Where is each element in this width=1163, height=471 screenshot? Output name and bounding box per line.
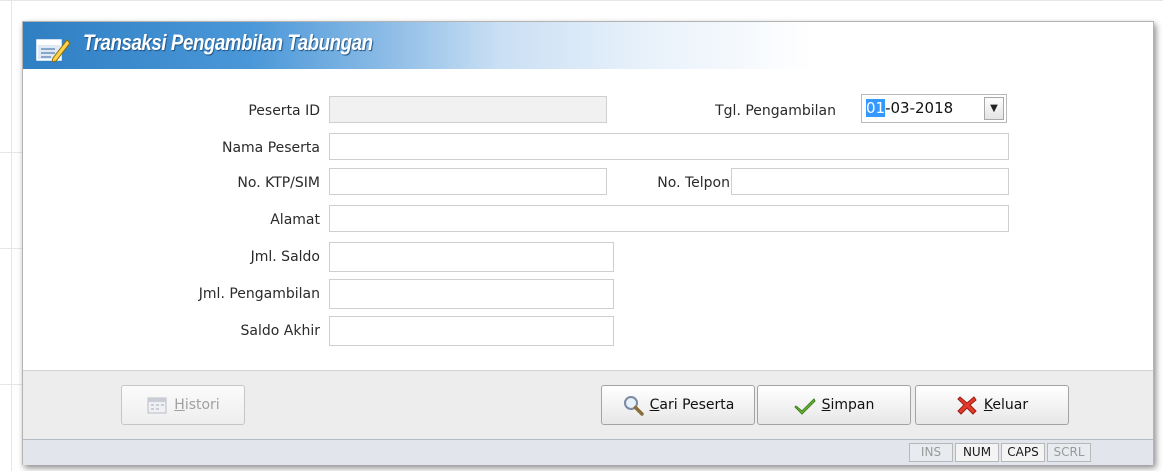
cari-peserta-label: Cari Peserta — [649, 397, 735, 413]
nama-peserta-field[interactable] — [329, 133, 1009, 160]
saldo-akhir-field[interactable] — [329, 316, 614, 346]
caps-indicator: CAPS — [1001, 443, 1045, 462]
calendar-icon — [147, 397, 167, 414]
cari-peserta-button[interactable]: Cari Peserta — [601, 385, 755, 425]
num-indicator: NUM — [955, 443, 999, 462]
background-grid-line — [11, 0, 12, 471]
histori-label: Histori — [174, 397, 220, 413]
chevron-down-icon[interactable]: ▼ — [984, 97, 1004, 120]
jml-saldo-label: Jml. Saldo — [250, 249, 320, 265]
no-ktp-sim-label: No. KTP/SIM — [237, 175, 320, 191]
background-grid-line — [0, 384, 22, 385]
tgl-pengambilan-label: Tgl. Pengambilan — [715, 103, 836, 119]
ins-indicator: INS — [909, 443, 953, 462]
jml-saldo-field[interactable] — [329, 242, 614, 272]
jml-pengambilan-field[interactable] — [329, 279, 614, 309]
tgl-pengambilan-datepicker[interactable]: 01-03-2018 ▼ — [861, 94, 1007, 123]
alamat-field[interactable] — [329, 205, 1009, 232]
nama-peserta-label: Nama Peserta — [221, 140, 320, 156]
keluar-label: Keluar — [983, 397, 1029, 413]
peserta-id-label: Peserta ID — [248, 103, 320, 119]
transaction-window: Transaksi Pengambilan Tabungan Peserta I… — [22, 21, 1154, 465]
red-x-icon — [957, 396, 977, 415]
saldo-akhir-label: Saldo Akhir — [240, 323, 320, 339]
no-telpon-label: No. Telpon — [657, 175, 730, 191]
simpan-button[interactable]: Simpan — [757, 385, 911, 425]
status-bar: INS NUM CAPS SCRL — [23, 439, 1153, 465]
no-ktp-sim-field[interactable] — [329, 168, 607, 195]
checkmark-icon — [793, 398, 816, 415]
magnifier-icon — [623, 396, 644, 416]
histori-button[interactable]: Histori — [121, 385, 245, 425]
background-grid-line — [0, 248, 22, 249]
background-grid-line — [0, 0, 1163, 1]
jml-pengambilan-label: Jml. Pengambilan — [198, 286, 320, 302]
title-bar: Transaksi Pengambilan Tabungan — [23, 22, 1153, 69]
window-title: Transaksi Pengambilan Tabungan — [83, 30, 373, 55]
document-pen-icon — [36, 39, 71, 62]
simpan-label: Simpan — [821, 397, 875, 413]
date-value: 01-03-2018 — [866, 99, 954, 117]
scrl-indicator: SCRL — [1047, 443, 1091, 462]
keluar-button[interactable]: Keluar — [915, 385, 1069, 425]
background-grid-line — [0, 152, 22, 153]
alamat-label: Alamat — [270, 212, 320, 228]
no-telpon-field[interactable] — [731, 168, 1009, 195]
peserta-id-field[interactable] — [329, 96, 607, 123]
button-bar: Histori Cari Peserta Simpan Keluar — [23, 371, 1153, 439]
